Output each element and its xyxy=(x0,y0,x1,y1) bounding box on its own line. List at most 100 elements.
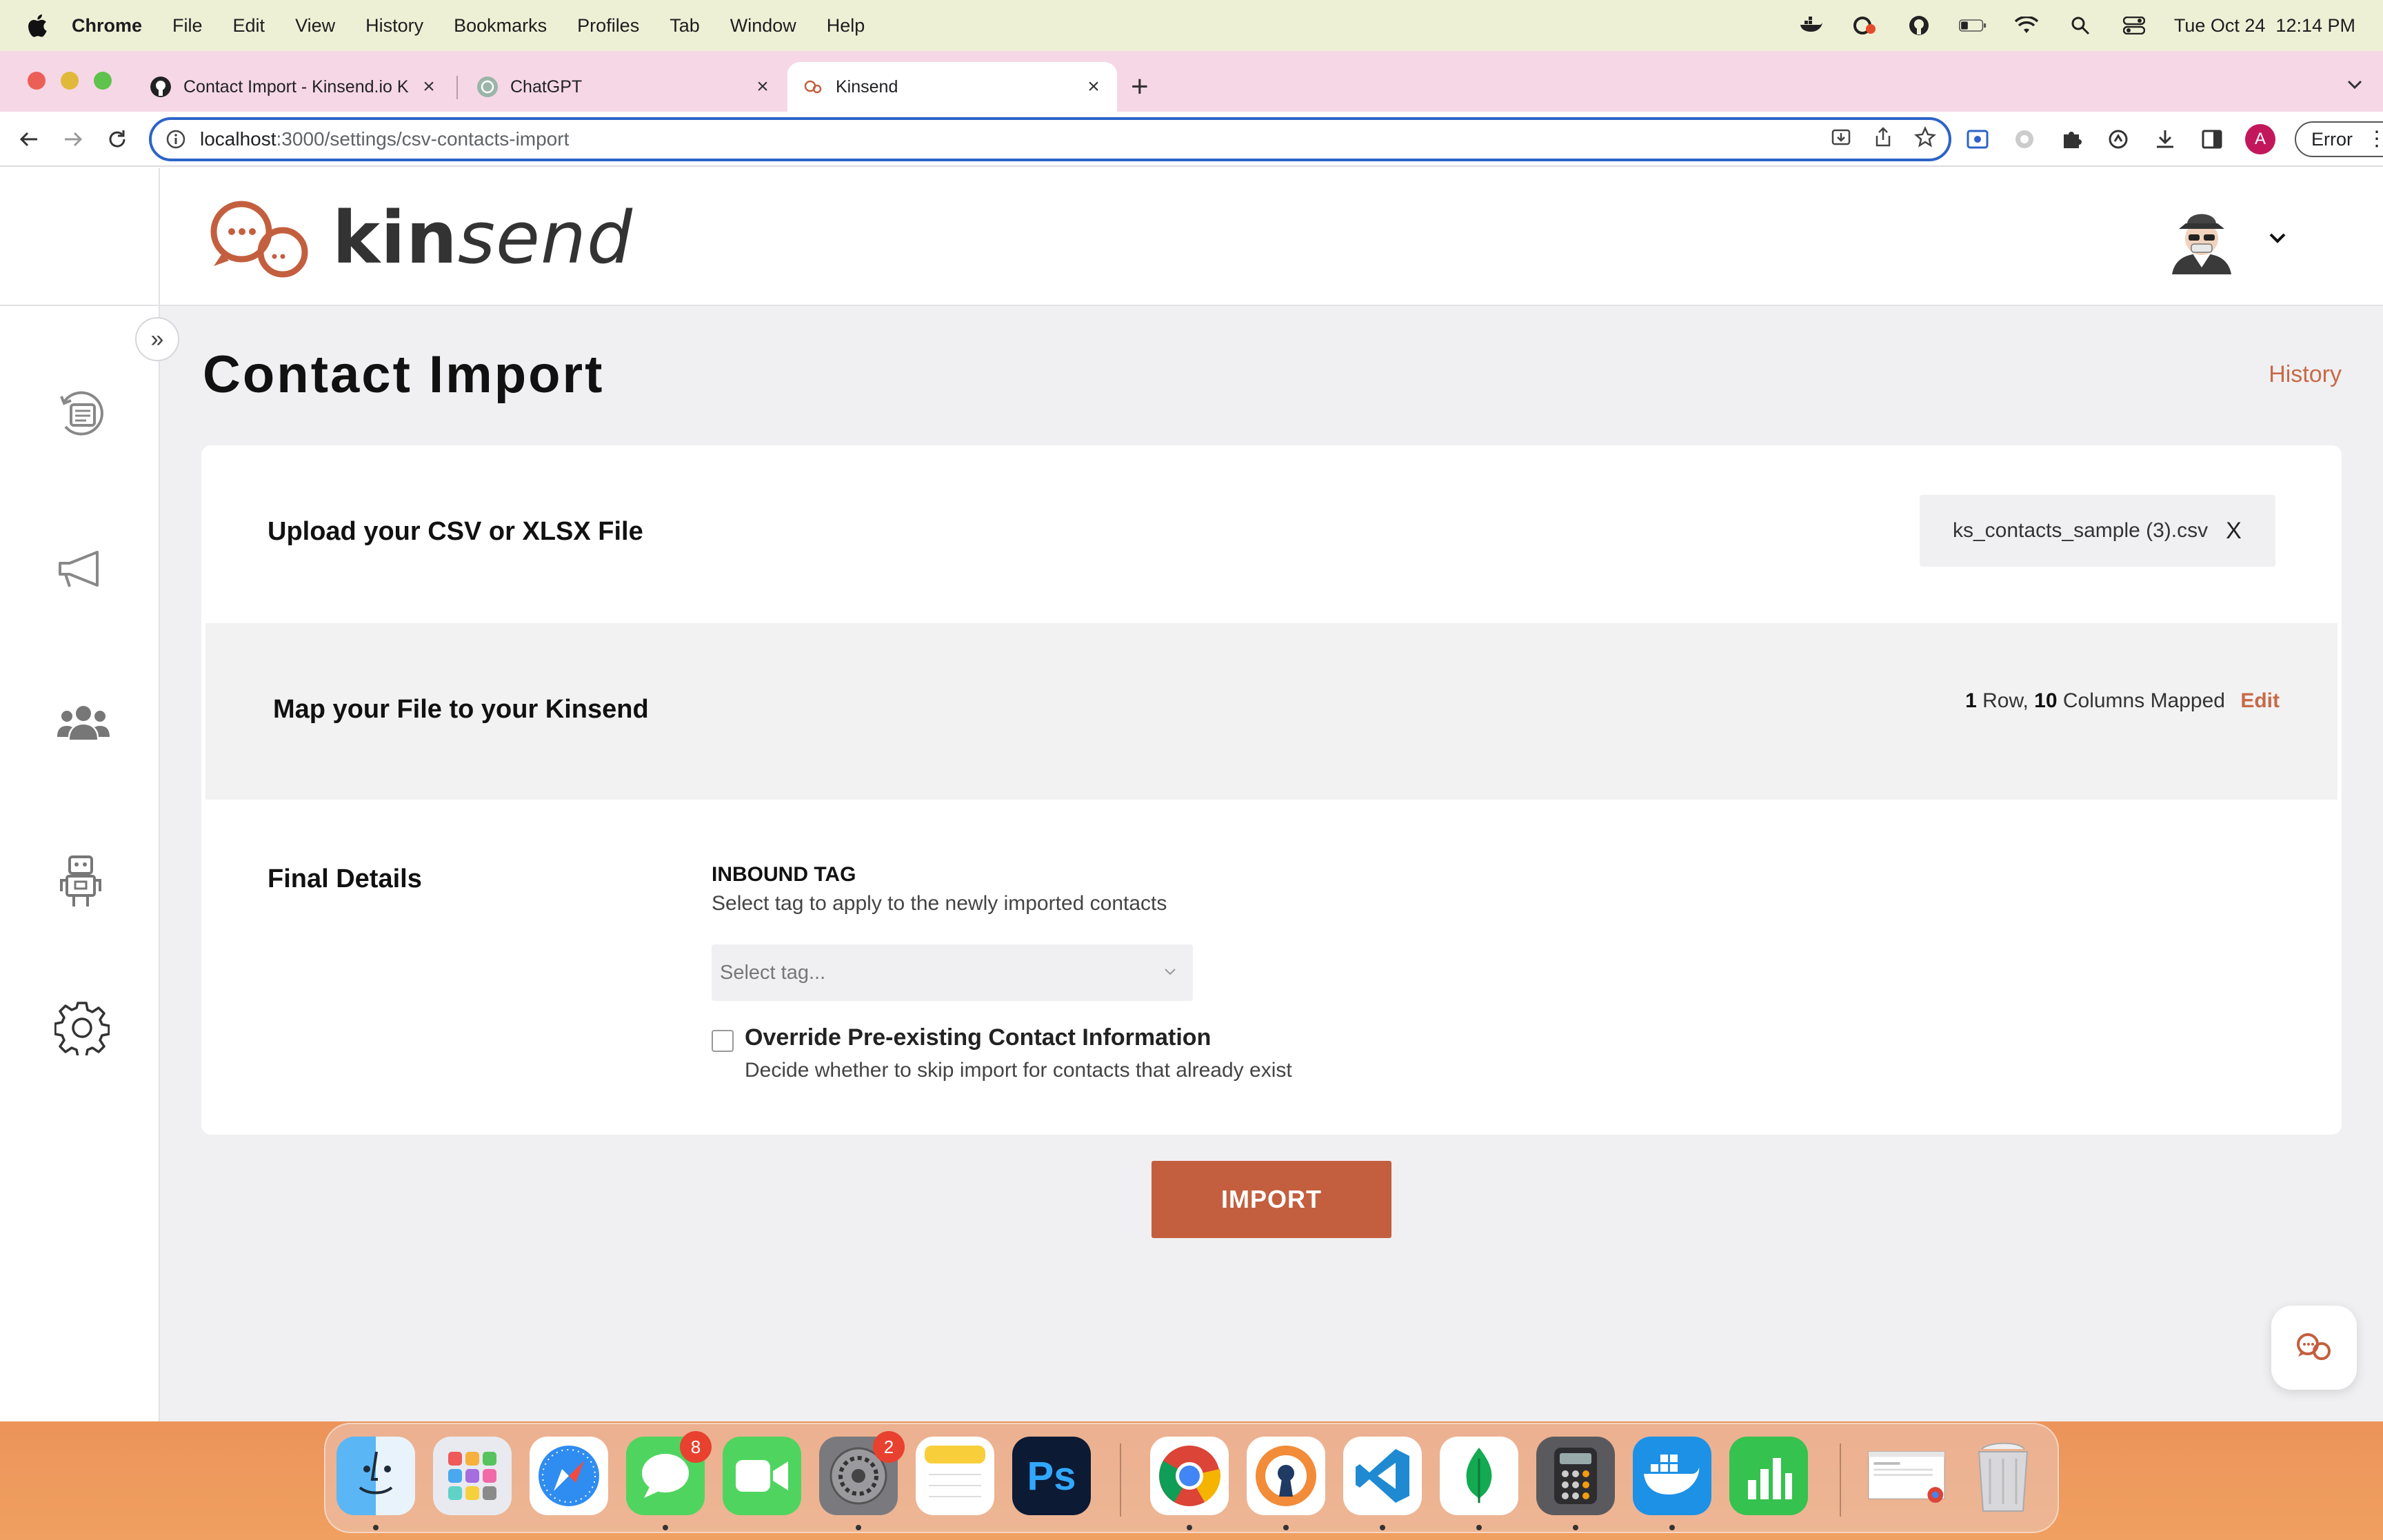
url-path: :3000/settings/csv-contacts-import xyxy=(276,128,570,150)
dock-finder[interactable] xyxy=(336,1437,415,1515)
menu-edit[interactable]: Edit xyxy=(233,15,265,37)
menu-window[interactable]: Window xyxy=(730,15,796,37)
menu-app-name[interactable]: Chrome xyxy=(72,15,142,37)
bookmark-star-icon[interactable] xyxy=(1914,125,1936,153)
double-chevron-right-icon: » xyxy=(150,325,164,352)
reload-button[interactable] xyxy=(102,124,132,154)
dock-chrome[interactable] xyxy=(1150,1437,1229,1515)
dock-trash[interactable] xyxy=(1964,1437,2042,1515)
side-panel-icon[interactable] xyxy=(2198,125,2226,153)
sidebar-item-contacts[interactable] xyxy=(55,693,112,750)
kinsend-logo-icon xyxy=(210,201,308,278)
import-card: Upload your CSV or XLSX File ks_contacts… xyxy=(201,445,2342,1135)
dock-messages[interactable]: 8 xyxy=(626,1431,712,1515)
address-bar[interactable]: localhost:3000/settings/csv-contacts-imp… xyxy=(149,117,1951,161)
share-icon[interactable] xyxy=(1873,126,1893,153)
sidebar-item-automations[interactable] xyxy=(52,853,109,910)
mapping-status: 1 Row, 10 Columns Mapped Edit xyxy=(1965,689,2280,713)
forward-button[interactable] xyxy=(58,124,88,154)
chevron-down-icon[interactable] xyxy=(2266,226,2289,250)
docker-status-icon[interactable] xyxy=(1798,14,1825,37)
mongodb-leaf-icon xyxy=(1466,1448,1492,1504)
window-thumbnail-icon xyxy=(1868,1451,1945,1503)
menu-profiles[interactable]: Profiles xyxy=(577,15,639,37)
import-button[interactable]: IMPORT xyxy=(1152,1161,1391,1238)
github-status-icon[interactable] xyxy=(1905,14,1933,37)
new-tab-button[interactable]: + xyxy=(1131,72,1149,102)
expand-sidebar-button[interactable]: » xyxy=(135,317,179,361)
menu-file[interactable]: File xyxy=(172,15,203,37)
close-tab-icon[interactable]: × xyxy=(415,73,443,101)
running-indicator xyxy=(1476,1525,1482,1530)
apple-icon[interactable] xyxy=(25,12,48,39)
screenshot-extension-icon[interactable] xyxy=(1964,125,1991,153)
menu-help[interactable]: Help xyxy=(827,15,865,37)
sidebar-item-campaigns[interactable] xyxy=(52,540,109,597)
kinsend-logo[interactable]: kinsend xyxy=(205,196,633,280)
history-link[interactable]: History xyxy=(2269,361,2342,388)
menu-tab[interactable]: Tab xyxy=(670,15,700,37)
sidebar-item-messages[interactable] xyxy=(52,386,109,443)
dock-mongodb-compass[interactable] xyxy=(1440,1437,1518,1515)
creative-cloud-status-icon[interactable] xyxy=(1851,14,1879,37)
wifi-icon[interactable] xyxy=(2013,14,2040,37)
control-center-icon[interactable] xyxy=(2120,14,2148,37)
profile-avatar[interactable]: A xyxy=(2245,124,2275,154)
downloads-icon[interactable] xyxy=(2151,125,2179,153)
dock-minimized-window[interactable] xyxy=(1867,1437,1946,1515)
spotlight-search-icon[interactable] xyxy=(2067,14,2094,37)
dock-system-settings[interactable]: 2 xyxy=(819,1431,905,1515)
tab-search-chevron-icon[interactable] xyxy=(2344,74,2365,95)
menu-bookmarks[interactable]: Bookmarks xyxy=(454,15,547,37)
close-window-button[interactable] xyxy=(28,72,46,90)
browser-tab-active[interactable]: Kinsend × xyxy=(787,62,1117,112)
dock-notes[interactable] xyxy=(916,1437,994,1515)
dock-docker[interactable] xyxy=(1633,1437,1711,1515)
override-checkbox[interactable] xyxy=(712,1030,734,1052)
window-controls xyxy=(28,72,112,90)
mapped-row-word: Row, xyxy=(1982,689,2029,712)
menubar-clock[interactable]: Tue Oct 24 12:14 PM xyxy=(2174,15,2355,37)
dock-facetime[interactable] xyxy=(723,1437,801,1515)
install-app-icon[interactable] xyxy=(1830,126,1852,153)
disabled-extension-icon[interactable] xyxy=(2011,125,2038,153)
final-details-label: Final Details xyxy=(268,864,422,893)
menu-view[interactable]: View xyxy=(295,15,335,37)
dock-numbers[interactable] xyxy=(1729,1437,1808,1515)
puzzle-extensions-icon[interactable] xyxy=(2058,125,2085,153)
browser-tab[interactable]: ChatGPT × xyxy=(462,62,786,112)
settings-badge: 2 xyxy=(873,1431,905,1463)
zoom-window-button[interactable] xyxy=(94,72,112,90)
dock-photoshop[interactable]: Ps xyxy=(1012,1437,1091,1515)
chat-widget-button[interactable] xyxy=(2271,1306,2357,1390)
chrome-window: Contact Import - Kinsend.io K × ChatGPT … xyxy=(0,51,2383,1421)
tab-strip: Contact Import - Kinsend.io K × ChatGPT … xyxy=(0,51,2383,112)
site-info-icon[interactable] xyxy=(165,129,186,150)
dock-launchpad[interactable] xyxy=(433,1437,512,1515)
error-label: Error xyxy=(2311,128,2353,150)
battery-icon[interactable] xyxy=(1958,14,1987,37)
brand-wordmark-bold: kin xyxy=(332,196,458,280)
dock-vscode[interactable] xyxy=(1343,1437,1422,1515)
menu-history[interactable]: History xyxy=(365,15,423,37)
close-tab-icon[interactable]: × xyxy=(749,73,776,101)
back-button[interactable] xyxy=(14,124,44,154)
running-indicator xyxy=(856,1525,861,1530)
close-tab-icon[interactable]: × xyxy=(1080,73,1107,101)
remove-file-button[interactable]: X xyxy=(2226,518,2242,545)
extensions-row: A Error ⋮ xyxy=(1964,121,2383,157)
browser-tab[interactable]: Contact Import - Kinsend.io K × xyxy=(135,62,452,112)
chevron-down-icon xyxy=(1165,969,1176,975)
user-avatar[interactable] xyxy=(2165,203,2238,276)
dock-calculator[interactable] xyxy=(1536,1437,1615,1515)
edit-mapping-link[interactable]: Edit xyxy=(2240,689,2280,712)
error-button[interactable]: Error ⋮ xyxy=(2295,121,2383,157)
dock-vpn-app[interactable] xyxy=(1247,1437,1325,1515)
tag-select-dropdown[interactable]: Select tag... xyxy=(712,944,1193,1001)
dock-safari[interactable] xyxy=(530,1437,608,1515)
calculator-icon xyxy=(1554,1448,1597,1504)
sidebar-item-settings[interactable] xyxy=(54,1000,110,1056)
sync-extension-icon[interactable] xyxy=(2104,125,2132,153)
override-label[interactable]: Override Pre-existing Contact Informatio… xyxy=(745,1024,1211,1051)
minimize-window-button[interactable] xyxy=(61,72,79,90)
